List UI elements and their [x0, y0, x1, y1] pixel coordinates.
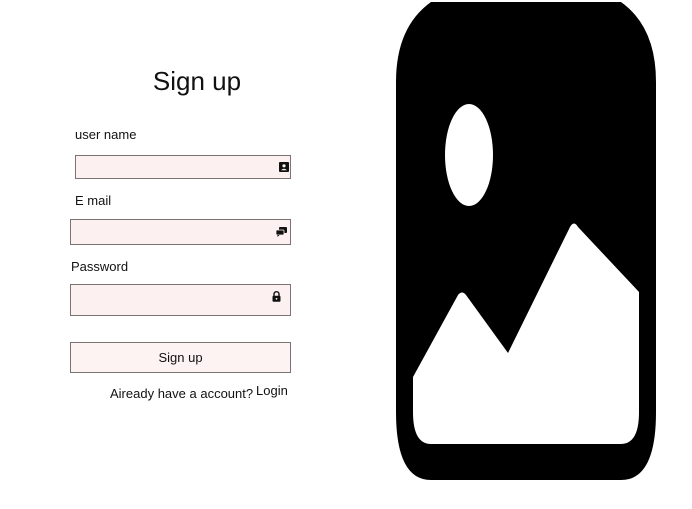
email-input[interactable] — [71, 220, 290, 244]
hero-sun — [445, 104, 493, 206]
username-input[interactable] — [76, 156, 290, 178]
username-field[interactable] — [75, 155, 291, 179]
account-prompt: Aiready have a account? — [110, 386, 254, 401]
signup-page: Sign up user name E mail Password Sign u… — [0, 0, 692, 509]
chat-bubbles-icon — [272, 220, 290, 244]
password-label: Password — [71, 259, 129, 274]
contact-card-icon — [278, 156, 290, 178]
password-field[interactable] — [70, 284, 291, 316]
page-title: Sign up — [152, 66, 242, 96]
email-field[interactable] — [70, 219, 291, 245]
username-label: user name — [75, 127, 137, 142]
password-input[interactable] — [71, 285, 290, 315]
image-placeholder-icon — [396, 2, 656, 480]
email-label: E mail — [75, 193, 112, 208]
lock-icon — [262, 285, 290, 315]
signup-button[interactable]: Sign up — [70, 342, 291, 373]
login-link[interactable]: Login — [256, 383, 288, 398]
